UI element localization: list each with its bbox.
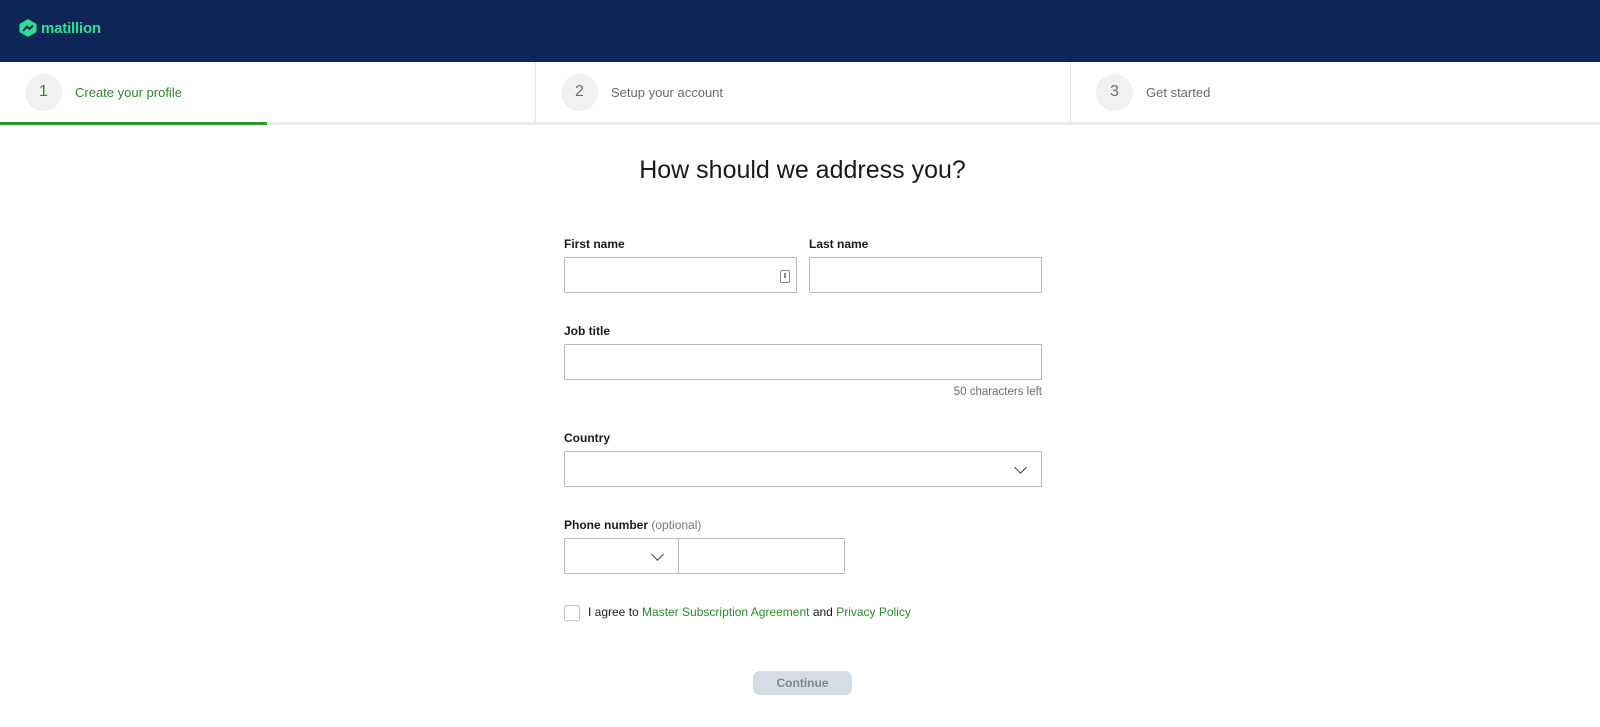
page-title: How should we address you? — [639, 156, 966, 184]
step-number: 1 — [25, 73, 62, 111]
step-label: Get started — [1146, 84, 1211, 100]
phone-number-label-text: Phone number — [564, 518, 649, 532]
progress-stepper: 1 Create your profile 2 Setup your accou… — [0, 62, 1600, 125]
chevron-down-icon — [1014, 461, 1027, 474]
continue-button[interactable]: Continue — [753, 671, 852, 695]
country-label: Country — [564, 431, 610, 445]
agreement-checkbox[interactable] — [564, 605, 580, 621]
phone-country-code-select[interactable] — [564, 538, 679, 574]
first-name-label: First name — [564, 237, 625, 251]
chevron-down-icon — [651, 548, 664, 561]
autofill-contact-icon[interactable] — [780, 270, 790, 283]
job-title-char-counter: 50 characters left — [953, 386, 1042, 398]
master-subscription-agreement-link[interactable]: Master Subscription Agreement — [642, 605, 809, 619]
job-title-label: Job title — [564, 324, 611, 338]
top-bar: matillion — [0, 0, 1600, 62]
agreement-text: I agree to Master Subscription Agreement… — [588, 605, 911, 619]
country-select[interactable] — [564, 451, 1042, 487]
agreement-joiner: and — [812, 605, 833, 619]
phone-number-label: Phone number (optional) — [564, 518, 701, 532]
step-create-profile: 1 Create your profile — [0, 62, 535, 122]
phone-number-field[interactable] — [678, 538, 845, 574]
matillion-logo[interactable]: matillion — [18, 18, 101, 38]
privacy-policy-link[interactable]: Privacy Policy — [836, 605, 911, 619]
last-name-field[interactable] — [809, 257, 1042, 293]
last-name-label: Last name — [809, 237, 869, 251]
optional-hint: (optional) — [651, 518, 702, 532]
step-number: 2 — [561, 73, 598, 111]
step-number: 3 — [1096, 73, 1133, 111]
step-label: Setup your account — [611, 84, 724, 100]
progress-fill — [0, 122, 267, 125]
brand-name: matillion — [41, 19, 101, 37]
matillion-logo-icon — [19, 19, 37, 37]
step-get-started: 3 Get started — [1070, 62, 1600, 122]
first-name-field[interactable] — [564, 257, 797, 293]
step-label: Create your profile — [75, 84, 182, 100]
job-title-field[interactable] — [564, 344, 1042, 380]
step-setup-account: 2 Setup your account — [535, 62, 1070, 122]
agreement-prefix: I agree to — [588, 605, 639, 619]
